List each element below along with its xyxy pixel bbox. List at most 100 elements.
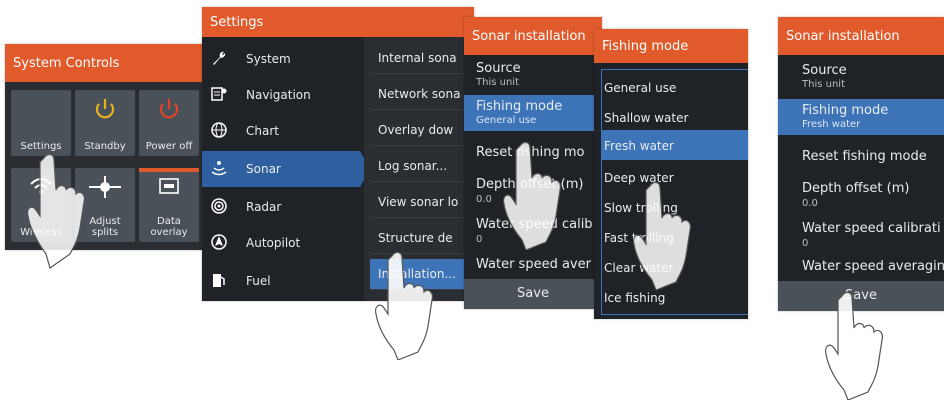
- sidebar-item-navigation[interactable]: Navigation: [202, 77, 360, 113]
- power-off-tile[interactable]: Power off: [139, 90, 199, 156]
- data-overlay-active-bar: [139, 168, 199, 172]
- row-water-speed-averaging[interactable]: Water speed averagin: [778, 257, 944, 279]
- row-water-speed-averaging[interactable]: Water speed aver: [464, 253, 602, 275]
- row-reset-fishing-mode[interactable]: Reset fishing mo: [464, 135, 602, 167]
- sonar-installation-b-titlebar: Sonar installation: [778, 17, 944, 55]
- menu-item-label: Structure de: [378, 231, 453, 245]
- row-source-value: This unit: [476, 77, 519, 88]
- option-label: Shallow water: [604, 111, 689, 125]
- option-slow-trolling[interactable]: Slow trolling: [602, 192, 748, 222]
- row-source-label: Source: [802, 63, 847, 78]
- sidebar-item-radar[interactable]: Radar: [202, 189, 360, 225]
- radar-icon: [211, 198, 227, 214]
- navigation-icon: [211, 87, 227, 101]
- row-depth-offset-value: 0.0: [476, 194, 492, 205]
- row-fishing-mode-label: Fishing mode: [802, 103, 889, 118]
- menu-item-label: View sonar lo: [378, 195, 459, 209]
- row-water-speed-calibration-label: Water speed calibrati: [802, 221, 941, 236]
- row-water-speed-calibration-label: Water speed calib: [476, 217, 593, 232]
- save-button[interactable]: Save: [464, 279, 602, 309]
- row-fishing-mode[interactable]: Fishing mode General use: [464, 95, 602, 131]
- system-controls-panel: System Controls Settings Standby Power o…: [5, 44, 211, 250]
- row-fishing-mode[interactable]: Fishing mode Fresh water: [778, 99, 944, 135]
- sidebar-item-fuel[interactable]: Fuel: [202, 263, 360, 299]
- adjust-splits-icon: [89, 176, 121, 198]
- row-reset-label: Reset fishing mo: [476, 145, 585, 160]
- menu-item-overlay-downscan[interactable]: Overlay dow: [370, 115, 468, 146]
- row-depth-offset[interactable]: Depth offset (m) 0.0: [778, 177, 944, 213]
- sonar-submenu: Internal sona Network sona Overlay dow L…: [364, 37, 474, 301]
- sidebar-item-chart-label: Chart: [246, 124, 279, 138]
- adjust-splits-label: Adjust splits: [89, 216, 121, 238]
- option-clear-water[interactable]: Clear water: [602, 252, 748, 282]
- save-button-label: Save: [845, 288, 877, 303]
- system-controls-title: System Controls: [13, 55, 120, 71]
- row-water-speed-averaging-label: Water speed averagin: [802, 259, 944, 274]
- row-water-speed-calibration[interactable]: Water speed calibrati 0: [778, 217, 944, 253]
- option-label: Clear water: [604, 261, 674, 275]
- option-general-use[interactable]: General use: [602, 72, 748, 102]
- wireless-icon: [30, 178, 52, 194]
- wireless-tile-label: Wireless: [20, 227, 62, 238]
- row-depth-offset-label: Depth offset (m): [476, 177, 584, 192]
- data-overlay-tile[interactable]: Data overlay: [139, 168, 199, 242]
- sidebar-item-autopilot[interactable]: Autopilot: [202, 225, 360, 261]
- row-fishing-mode-value: Fresh water: [802, 119, 861, 130]
- row-depth-offset-value: 0.0: [802, 198, 818, 209]
- row-depth-offset[interactable]: Depth offset (m) 0.0: [464, 173, 602, 209]
- sidebar-item-sonar[interactable]: Sonar: [202, 151, 360, 187]
- menu-item-log-sonar[interactable]: Log sonar...: [370, 151, 468, 182]
- sonar-installation-title: Sonar installation: [472, 28, 586, 44]
- row-source[interactable]: Source This unit: [464, 57, 602, 93]
- sonar-installation-panel-b: Sonar installation Source This unit Fish…: [778, 17, 944, 311]
- menu-item-structure-depth[interactable]: Structure de: [370, 223, 468, 254]
- row-source[interactable]: Source This unit: [778, 59, 944, 95]
- power-icon: [159, 99, 179, 119]
- fishing-mode-titlebar: Fishing mode: [594, 29, 748, 63]
- menu-item-network-sonar[interactable]: Network sona: [370, 79, 468, 110]
- menu-item-internal-sonar[interactable]: Internal sona: [370, 43, 468, 74]
- row-source-label: Source: [476, 61, 521, 76]
- data-overlay-icon: [159, 178, 179, 194]
- adjust-splits-tile[interactable]: Adjust splits: [75, 168, 135, 242]
- option-fast-trolling[interactable]: Fast trolling: [602, 222, 748, 252]
- menu-item-view-sonar-log[interactable]: View sonar lo: [370, 187, 468, 218]
- standby-icon: [95, 99, 115, 119]
- settings-tile[interactable]: Settings: [11, 90, 123, 156]
- sonar-icon: [211, 161, 227, 176]
- sidebar-item-system[interactable]: System: [202, 41, 360, 77]
- wrench-icon: [213, 51, 226, 65]
- adjust-splits-tile-label: Adjust splits: [75, 216, 135, 238]
- option-deep-water[interactable]: Deep water: [602, 162, 748, 192]
- standby-tile[interactable]: Standby: [75, 90, 135, 156]
- row-depth-offset-label: Depth offset (m): [802, 181, 910, 196]
- save-button-label: Save: [517, 286, 549, 301]
- fishing-mode-title: Fishing mode: [602, 38, 689, 54]
- settings-title: Settings: [210, 14, 264, 30]
- option-shallow-water[interactable]: Shallow water: [602, 102, 748, 132]
- menu-item-label: Network sona: [378, 87, 461, 101]
- menu-item-installation[interactable]: Installation...: [370, 259, 468, 290]
- wireless-tile[interactable]: Wireless: [11, 168, 71, 242]
- option-fresh-water[interactable]: Fresh water: [602, 130, 748, 160]
- menu-item-label: Log sonar...: [378, 159, 448, 173]
- row-water-speed-calibration[interactable]: Water speed calib 0: [464, 213, 602, 249]
- autopilot-icon: [211, 234, 227, 250]
- row-reset-fishing-mode[interactable]: Reset fishing mode: [778, 141, 944, 173]
- sonar-installation-panel-a: Sonar installation Source This unit Fish…: [464, 17, 602, 309]
- sidebar-item-fuel-label: Fuel: [246, 274, 271, 288]
- settings-titlebar: Settings: [202, 7, 474, 37]
- save-button[interactable]: Save: [778, 281, 944, 311]
- menu-item-label: Overlay dow: [378, 123, 454, 137]
- option-label: Slow trolling: [604, 201, 678, 215]
- option-ice-fishing[interactable]: Ice fishing: [602, 282, 748, 312]
- data-overlay-label: Data overlay: [150, 216, 188, 238]
- option-label: General use: [604, 81, 677, 95]
- option-label: Ice fishing: [604, 291, 666, 305]
- sonar-installation-titlebar: Sonar installation: [464, 17, 602, 55]
- menu-item-label: Internal sona: [378, 51, 457, 65]
- fuel-icon: [213, 274, 225, 287]
- sidebar-item-chart[interactable]: Chart: [202, 113, 360, 149]
- row-water-speed-calibration-value: 0: [476, 234, 483, 245]
- row-fishing-mode-value: General use: [476, 115, 537, 126]
